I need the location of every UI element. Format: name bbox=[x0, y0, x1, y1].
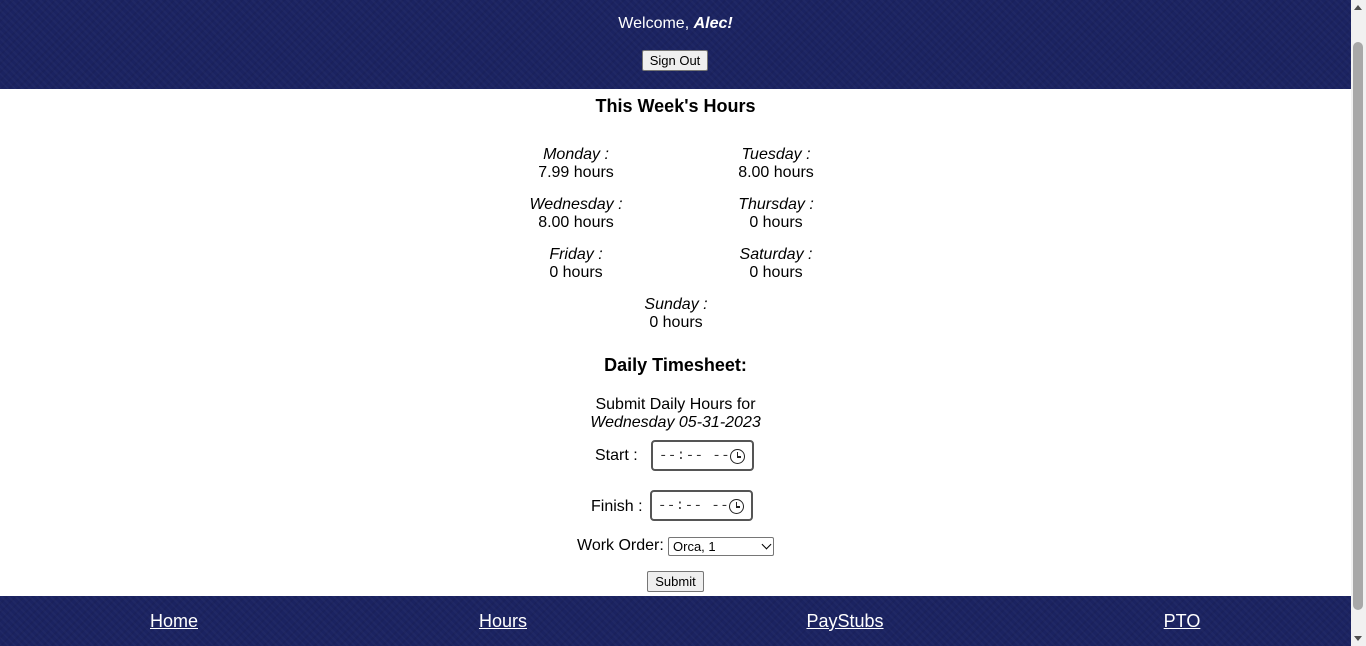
scrollbar-thumb[interactable] bbox=[1353, 42, 1363, 610]
day-name: Wednesday : bbox=[529, 196, 623, 213]
submit-date: Wednesday 05-31-2023 bbox=[590, 414, 761, 431]
day-name: Saturday : bbox=[739, 246, 813, 263]
day-name: Tuesday : bbox=[741, 146, 811, 163]
day-name: Monday : bbox=[543, 146, 609, 163]
day-hours: 0 hours bbox=[549, 264, 603, 281]
day-hours: 0 hours bbox=[749, 264, 803, 281]
day-thursday: Thursday : 0 hours bbox=[676, 196, 876, 232]
time-placeholder: --:-- -- bbox=[658, 498, 730, 514]
day-hours: 8.00 hours bbox=[538, 214, 614, 231]
day-hours: 0 hours bbox=[649, 314, 703, 331]
scroll-down-icon[interactable] bbox=[1354, 636, 1362, 641]
timesheet-title: Daily Timesheet: bbox=[604, 355, 747, 375]
nav-home-link[interactable]: Home bbox=[150, 611, 198, 632]
clock-icon[interactable] bbox=[730, 449, 745, 464]
work-order-label: Work Order: bbox=[577, 537, 664, 554]
submit-button[interactable]: Submit bbox=[647, 571, 704, 592]
day-hours: 7.99 hours bbox=[538, 164, 614, 181]
finish-label: Finish : bbox=[591, 498, 643, 515]
day-name: Thursday : bbox=[738, 196, 814, 213]
day-name: Friday : bbox=[549, 246, 603, 263]
finish-time-input[interactable]: --:-- -- bbox=[650, 490, 753, 521]
work-order-select[interactable]: Orca, 1 bbox=[668, 537, 774, 556]
start-time-input[interactable]: --:-- -- bbox=[651, 440, 754, 471]
nav-pto-link[interactable]: PTO bbox=[1164, 611, 1201, 632]
page: Welcome, Alec! Sign Out This Week's Hour… bbox=[0, 0, 1351, 646]
sign-out-button[interactable]: Sign Out bbox=[642, 50, 708, 71]
footer-nav: Home Hours PayStubs PTO bbox=[0, 596, 1351, 646]
day-friday: Friday : 0 hours bbox=[476, 246, 676, 282]
welcome-prefix: Welcome, bbox=[618, 15, 694, 32]
day-sunday: Sunday : 0 hours bbox=[576, 296, 776, 332]
time-placeholder: --:-- -- bbox=[659, 448, 731, 464]
nav-paystubs-link[interactable]: PayStubs bbox=[806, 611, 883, 632]
nav-hours-link[interactable]: Hours bbox=[479, 611, 527, 632]
day-tuesday: Tuesday : 8.00 hours bbox=[676, 146, 876, 182]
vertical-scrollbar[interactable] bbox=[1351, 0, 1366, 646]
day-wednesday: Wednesday : 8.00 hours bbox=[476, 196, 676, 232]
day-hours: 0 hours bbox=[749, 214, 803, 231]
day-monday: Monday : 7.99 hours bbox=[476, 146, 676, 182]
submit-for-label: Submit Daily Hours for bbox=[595, 396, 756, 413]
chevron-down-icon bbox=[761, 539, 772, 550]
day-name: Sunday : bbox=[644, 296, 708, 313]
weekly-hours-title: This Week's Hours bbox=[595, 96, 756, 116]
clock-icon[interactable] bbox=[729, 499, 744, 514]
header-bar: Welcome, Alec! Sign Out bbox=[0, 0, 1351, 89]
work-order-selected: Orca, 1 bbox=[673, 539, 716, 554]
start-label: Start : bbox=[595, 447, 638, 464]
submit-for-text: Submit Daily Hours for Wednesday 05-31-2… bbox=[0, 396, 1351, 432]
day-hours: 8.00 hours bbox=[738, 164, 814, 181]
day-saturday: Saturday : 0 hours bbox=[676, 246, 876, 282]
welcome-message: Welcome, Alec! bbox=[0, 15, 1351, 33]
user-name: Alec! bbox=[693, 15, 733, 32]
scroll-up-icon[interactable] bbox=[1354, 5, 1362, 10]
